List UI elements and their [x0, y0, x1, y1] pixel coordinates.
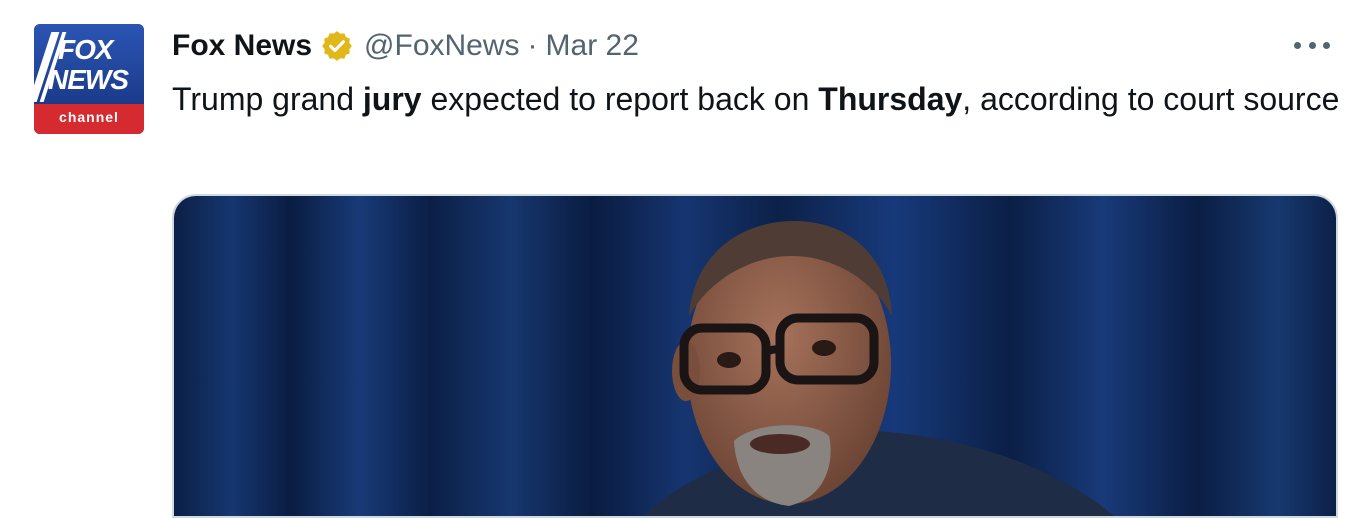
dot — [1323, 41, 1330, 49]
account-name[interactable]: Fox News — [172, 29, 312, 63]
more-options-icon[interactable] — [1294, 30, 1330, 60]
account-handle[interactable]: @FoxNews — [364, 29, 519, 63]
tweet-image[interactable] — [172, 194, 1338, 518]
logo-channel-text: channel — [59, 109, 119, 125]
avatar[interactable]: FOX NEWS channel — [34, 24, 144, 134]
text-part-bold: Thursday — [818, 81, 963, 117]
tweet-text: Trump grand jury expected to report back… — [172, 76, 1342, 122]
tweet-header: Fox News @FoxNews · Mar 22 — [172, 26, 639, 66]
separator-dot: · — [527, 29, 538, 62]
dot — [1308, 41, 1316, 49]
tweet-date[interactable]: Mar 22 — [546, 29, 639, 63]
photo — [174, 196, 1336, 516]
text-part: , according to court source — [962, 81, 1340, 117]
logo-fox-text: FOX — [58, 34, 114, 65]
verified-badge-icon[interactable] — [320, 29, 354, 63]
text-part-bold: jury — [362, 81, 422, 117]
dot — [1294, 41, 1301, 49]
logo-news-text: NEWS — [48, 64, 129, 95]
text-part: Trump grand — [172, 81, 363, 117]
text-part: expected to report back on — [421, 81, 819, 117]
